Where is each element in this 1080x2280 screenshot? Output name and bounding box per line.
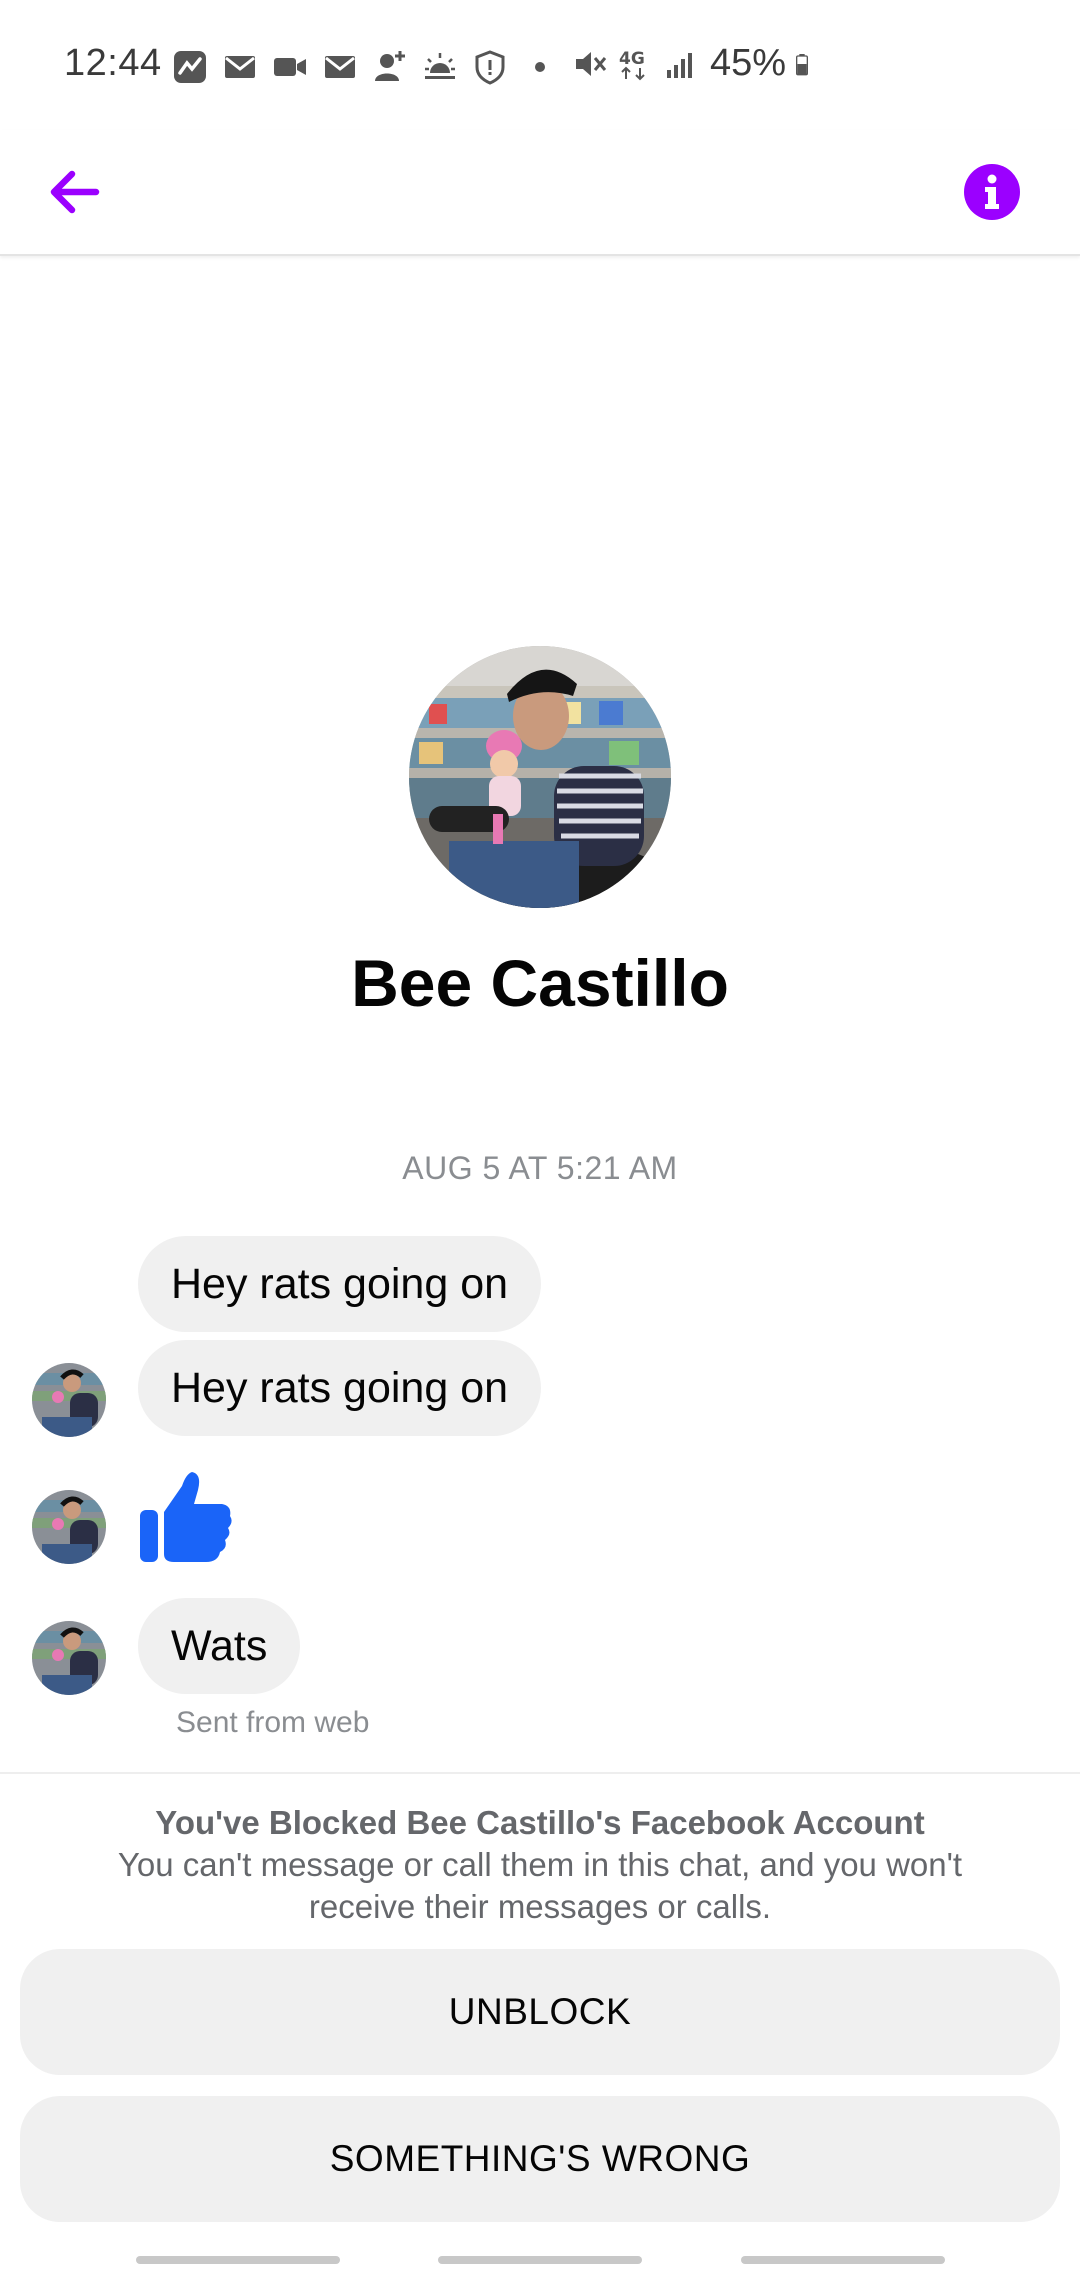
video-call-icon (274, 58, 306, 76)
info-icon (964, 164, 1020, 220)
sender-avatar[interactable] (32, 1363, 106, 1437)
profile-photo (409, 646, 671, 908)
nav-home-pill[interactable] (438, 2256, 642, 2264)
nav-back-pill[interactable] (741, 2256, 945, 2264)
shield-icon (475, 50, 505, 85)
avatar-photo (32, 1621, 106, 1695)
info-button[interactable] (956, 156, 1028, 228)
add-contact-icon (375, 51, 405, 81)
svg-text:4G: 4G (619, 49, 645, 69)
status-bar: 12:44 4G 45% (0, 0, 1080, 130)
chat-header (0, 130, 1080, 256)
back-button[interactable] (38, 156, 110, 228)
notification-icons (172, 47, 558, 87)
battery-percent: 45% (710, 42, 787, 84)
sender-avatar[interactable] (32, 1621, 106, 1695)
profile-avatar[interactable] (409, 646, 671, 908)
4g-lte-icon: 4G (619, 49, 645, 80)
mute-icon (576, 51, 607, 76)
gmail-icon (325, 56, 355, 78)
message-bubble[interactable]: Wats (138, 1598, 301, 1694)
battery-icon (796, 53, 809, 75)
blocked-notice-panel: You've Blocked Bee Castillo's Facebook A… (0, 1772, 1080, 2280)
sent-from-label: Sent from web (176, 1706, 370, 1739)
thumbs-up-icon[interactable] (138, 1468, 236, 1566)
blocked-title: You've Blocked Bee Castillo's Facebook A… (155, 1804, 925, 1841)
blocked-description: You can't message or call them in this c… (117, 1846, 963, 1925)
unblock-button[interactable]: UNBLOCK (20, 1949, 1060, 2075)
status-time: 12:44 (64, 42, 162, 84)
arrow-left-icon (50, 170, 100, 214)
message-bubble[interactable]: Hey rats going on (138, 1340, 542, 1436)
avatar-photo (32, 1363, 106, 1437)
weather-icon (425, 53, 455, 79)
messenger-chat-screen: 12:44 4G 45% Bee Castillo AUG 5 AT 5:21 … (0, 0, 1080, 2280)
sender-avatar[interactable] (32, 1490, 106, 1564)
conversation-timestamp: AUG 5 AT 5:21 AM (402, 1150, 678, 1186)
profile-name: Bee Castillo (351, 946, 729, 1020)
dot-icon (535, 62, 545, 72)
something-wrong-button[interactable]: SOMETHING'S WRONG (20, 2096, 1060, 2222)
nav-recents-pill[interactable] (136, 2256, 340, 2264)
signal-icon (667, 52, 692, 78)
gmail-icon (225, 56, 255, 78)
avatar-photo (32, 1490, 106, 1564)
system-status-icons: 4G 45% (572, 42, 820, 85)
message-bubble[interactable]: Hey rats going on (138, 1236, 542, 1332)
stocks-app-icon (174, 51, 206, 83)
